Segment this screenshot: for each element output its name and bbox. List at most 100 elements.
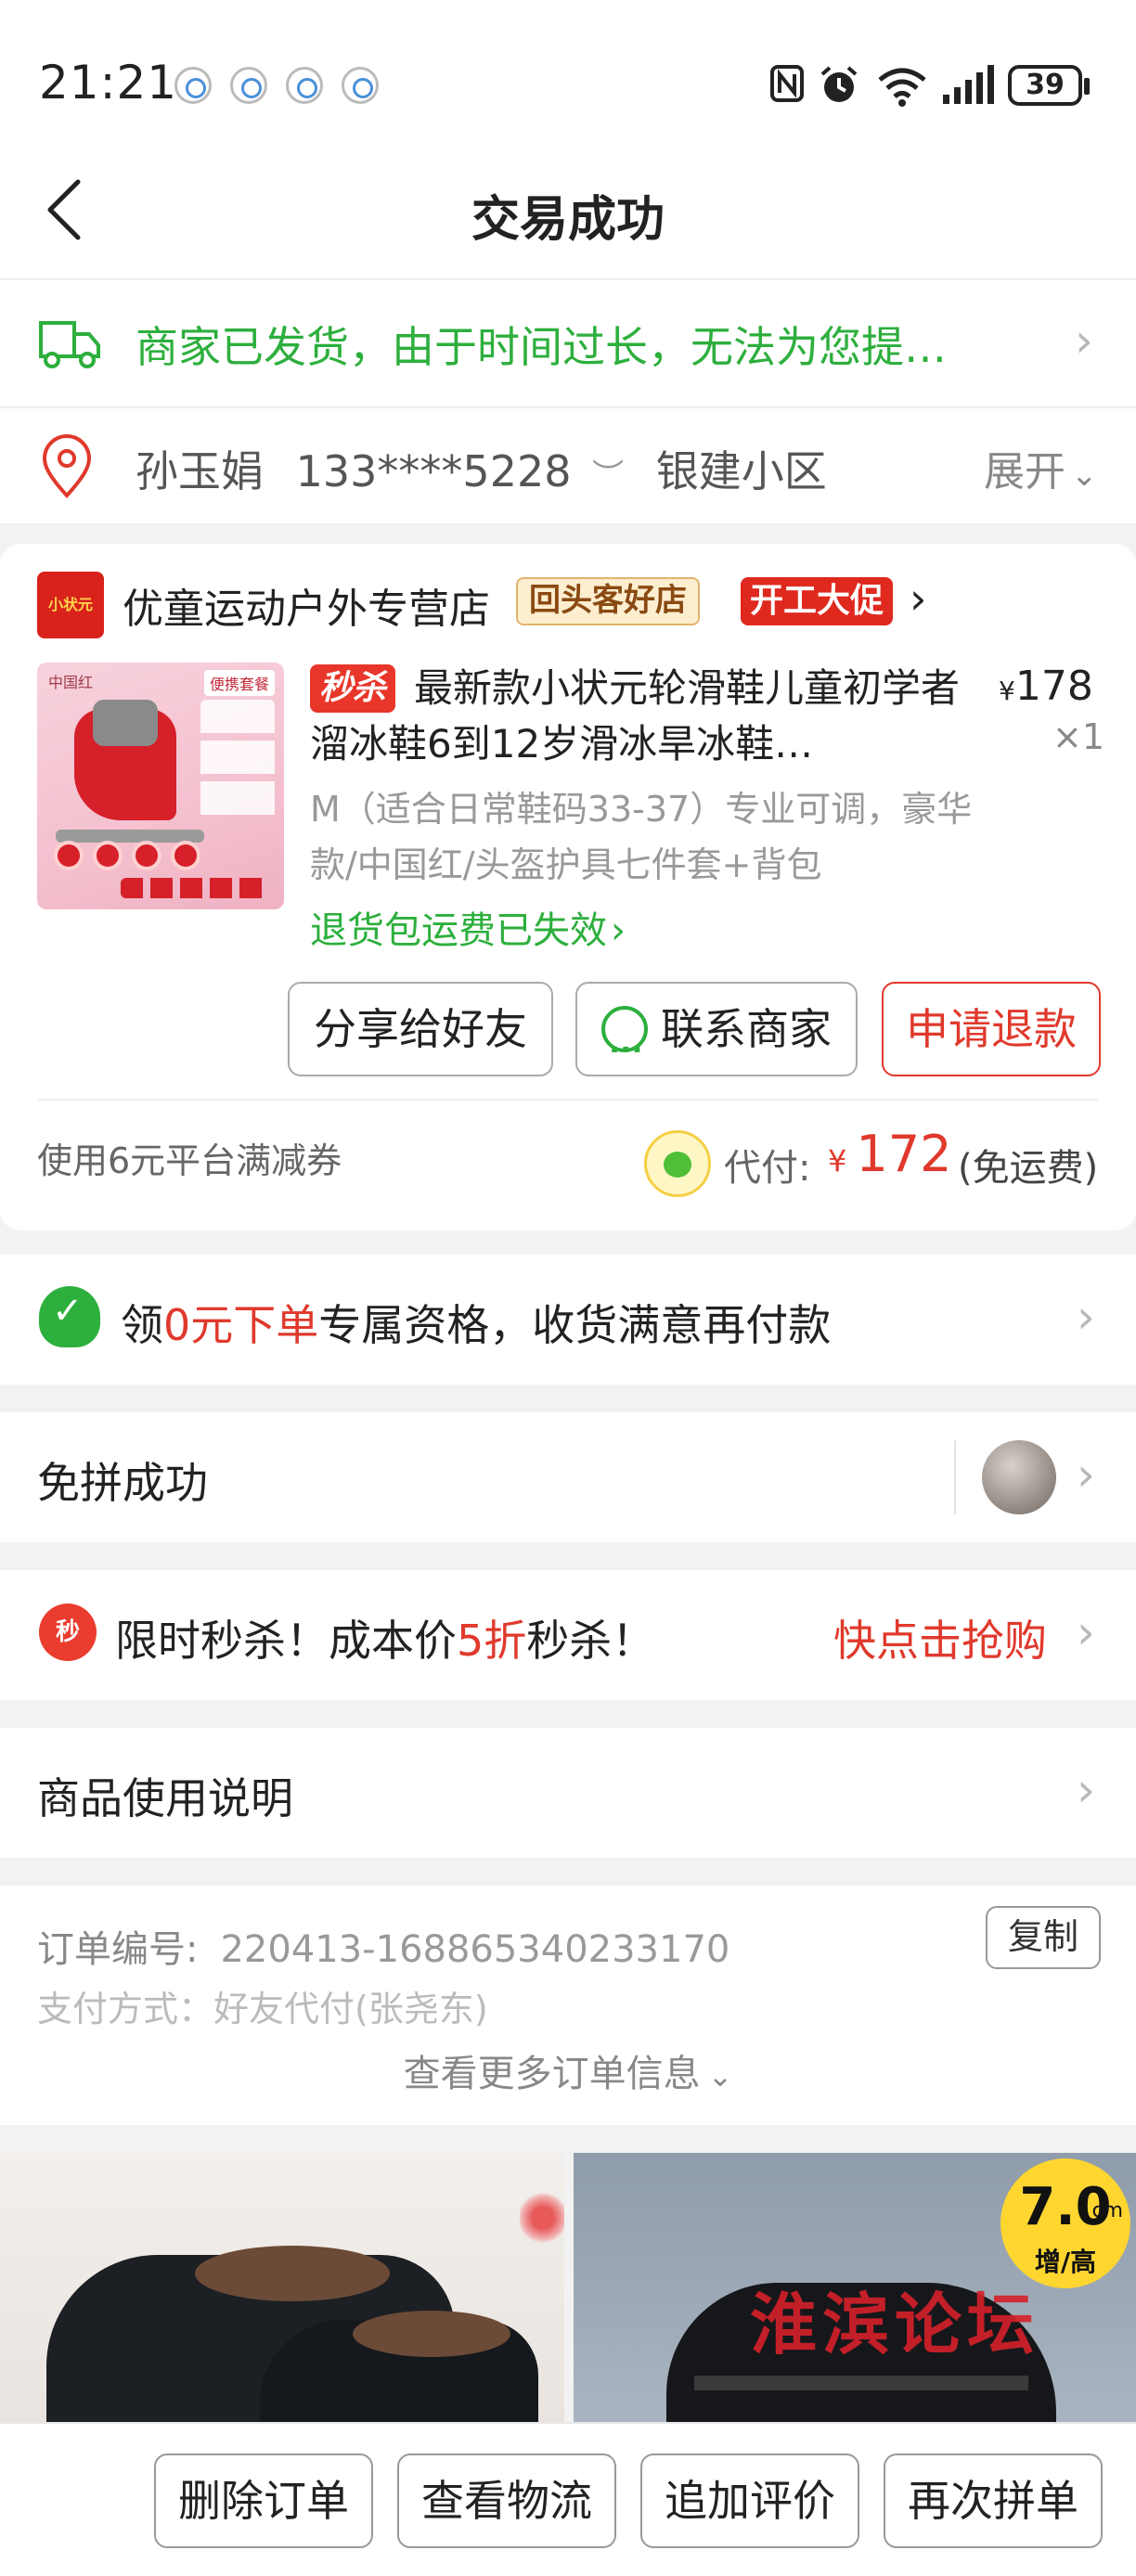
skate-wheel [93, 841, 123, 870]
order-info-section: 订单编号: 220413-168865340233170 复制 支付方式：好友代付… [0, 1886, 1136, 2125]
height-badge: 7.0 cm 增/高 [1000, 2158, 1130, 2288]
text-prefix: 限时秒杀！成本价 [115, 1616, 457, 1666]
chevron-down-icon: ⌄ [707, 2058, 733, 2093]
payment-label: 代付: [724, 1147, 811, 1190]
notification-icon [286, 67, 323, 104]
shop-name[interactable]: 优童运动户外专营店 [123, 575, 490, 635]
return-shipping-note[interactable]: 退货包运费已失效 › [310, 900, 626, 954]
flash-sale-row[interactable]: 秒 限时秒杀！成本价5折秒杀！ 快点击抢购 › [0, 1570, 1136, 1700]
promo-tag: 开工大促 [741, 577, 894, 625]
price-value: 178 [1014, 663, 1093, 710]
add-review-button[interactable]: 追加评价 [640, 2454, 859, 2548]
alarm-icon [817, 63, 861, 108]
status-time: 21:21 [39, 56, 178, 109]
product-price: ¥178 [999, 663, 1093, 710]
recipient-phone: 133****5228 [295, 446, 572, 496]
shipping-status-text: 商家已发货，由于时间过长，无法为您提… [136, 322, 947, 372]
image-label: 便携套餐 [203, 670, 275, 696]
chevron-right-icon: › [1077, 1448, 1095, 1501]
more-info-label: 查看更多订单信息 [403, 2053, 701, 2095]
flash-sale-tag: 秒杀 [310, 664, 396, 713]
truck-icon [37, 314, 102, 373]
payment-amount: ¥172 [828, 1125, 951, 1183]
currency-symbol: ¥ [828, 1143, 847, 1179]
wifi-icon [876, 63, 928, 108]
shop-logo[interactable]: 小状元 [37, 572, 104, 638]
badge-unit: cm [1091, 2199, 1123, 2222]
free-order-row[interactable]: 领0元下单专属资格，收货满意再付款 › [0, 1255, 1136, 1385]
flower-decoration [520, 2190, 564, 2246]
delete-order-button[interactable]: 删除订单 [154, 2454, 373, 2548]
divider [954, 1440, 956, 1514]
usage-instructions-text: 商品使用说明 [37, 1773, 293, 1823]
flash-sale-cta[interactable]: 快点击抢购 [833, 1607, 1047, 1668]
divider [37, 1099, 1099, 1101]
notification-icon [230, 67, 267, 104]
view-logistics-button[interactable]: 查看物流 [397, 2454, 616, 2548]
eye-closed-icon[interactable]: ︶ [592, 457, 624, 495]
product-quantity: ×1 [1052, 716, 1105, 757]
signal-icon [941, 63, 997, 108]
shoe-strap [694, 2376, 1028, 2390]
skate-wheel [54, 841, 84, 870]
nav-header: 交易成功 [0, 139, 1136, 280]
currency-symbol: ¥ [999, 676, 1015, 706]
address-row[interactable]: 孙玉娟 133****5228 ︶ 银建小区 展开 ⌄ [0, 408, 1136, 523]
chevron-down-icon: ⌄ [1071, 457, 1098, 494]
skate-wheel [171, 841, 200, 870]
reorder-button[interactable]: 再次拼单 [884, 2454, 1103, 2548]
avatar[interactable] [982, 1440, 1056, 1514]
flash-sale-text: 限时秒杀！成本价5折秒杀！ [115, 1607, 654, 1668]
order-card: 小状元 优童运动户外专营店 回头客好店 开工大促 › 中国红 便携套餐 最新款小… [0, 544, 1136, 1230]
refund-button[interactable]: 申请退款 [882, 982, 1101, 1076]
order-number: 订单编号: 220413-168865340233170 [37, 1919, 729, 1973]
address-summary: 孙玉娟 133****5228 ︶ 银建小区 [136, 438, 827, 499]
usage-instructions-row[interactable]: 商品使用说明 › [0, 1728, 1136, 1858]
shipping-fee-note: (免运费) [958, 1147, 1099, 1190]
location-pin-icon [39, 434, 95, 499]
chevron-right-icon: › [1077, 1290, 1095, 1344]
product-title[interactable]: 最新款小状元轮滑鞋儿童初学者溜冰鞋6到12岁滑冰旱冰鞋… [310, 661, 960, 772]
notification-icon [342, 67, 379, 104]
returning-customer-tag: 回头客好店 [516, 577, 700, 625]
shipping-status-row[interactable]: 商家已发货，由于时间过长，无法为您提… › [0, 280, 1136, 408]
status-bar: 21:21 39 [0, 0, 1136, 139]
group-buy-row[interactable]: 免拼成功 › [0, 1412, 1136, 1542]
more-order-info-link[interactable]: 查看更多订单信息 ⌄ [0, 2043, 1136, 2097]
skate-wheel [132, 841, 161, 870]
order-number-value: 220413-168865340233170 [220, 1928, 730, 1971]
alarm-clock-icon: 秒 [39, 1604, 97, 1661]
page-title: 交易成功 [471, 192, 665, 248]
chevron-right-icon: › [1077, 1763, 1095, 1817]
payment-method: 支付方式：好友代付(张尧东) [37, 1989, 488, 2029]
payment-value: 172 [856, 1125, 952, 1183]
share-button[interactable]: 分享给好友 [288, 982, 553, 1076]
copy-button[interactable]: 复制 [986, 1906, 1101, 1969]
apple-icon [644, 1130, 711, 1197]
chevron-right-icon: › [1075, 314, 1093, 367]
slipper-lining [195, 2246, 390, 2301]
text-prefix: 领 [121, 1300, 163, 1350]
notification-icon [174, 67, 212, 104]
expand-address-button[interactable]: 展开 ⌄ [984, 438, 1098, 497]
text-highlight: 5折 [457, 1616, 527, 1666]
battery-icon: 39 [1008, 65, 1090, 106]
skate-cuff [93, 700, 158, 746]
product-spec: M（适合日常鞋码33-37）专业可调，豪华款/中国红/头盔护具七件套+背包 [310, 789, 973, 885]
contact-seller-button[interactable]: 联系商家 [575, 982, 858, 1095]
contact-label: 联系商家 [661, 1004, 832, 1054]
nfc-icon [767, 63, 807, 108]
text-suffix: 秒杀！ [526, 1616, 655, 1666]
chevron-right-icon[interactable]: › [910, 573, 926, 624]
product-image[interactable]: 中国红 便携套餐 [37, 663, 284, 909]
return-note-text: 退货包运费已失效 [310, 909, 607, 952]
free-order-text: 领0元下单专属资格，收货满意再付款 [121, 1292, 831, 1353]
protective-gear [121, 878, 269, 898]
bottom-action-bar: 删除订单 查看物流 追加评价 再次拼单 [0, 2422, 1136, 2576]
chat-icon [601, 1004, 648, 1095]
verified-badge-icon [39, 1286, 100, 1347]
recommended-product-image[interactable] [0, 2153, 564, 2422]
feature-icons [200, 700, 275, 820]
watermark: 淮滨论坛 [750, 2285, 1040, 2363]
slipper-lining [353, 2311, 510, 2357]
